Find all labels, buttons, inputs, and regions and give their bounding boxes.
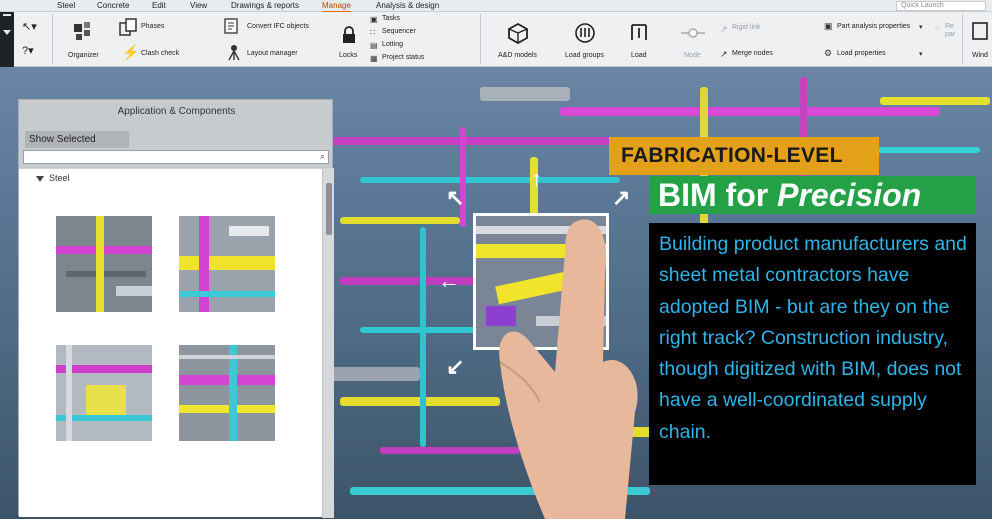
dropdown-arrow-icon[interactable]: ▾ (919, 50, 923, 58)
load-properties-icon: ⚙ (824, 48, 833, 58)
tasks-icon: ▣ (370, 15, 378, 24)
organizer-label[interactable]: Organizer (68, 52, 99, 59)
arrow-up-left-icon: ↖ (446, 185, 465, 210)
search-icon[interactable]: ⌕ (320, 151, 325, 162)
menu-line (3, 14, 11, 16)
scrollbar-thumb[interactable] (326, 183, 332, 235)
tasks-label[interactable]: Tasks (382, 15, 400, 22)
expand-triangle-icon[interactable] (36, 176, 44, 182)
lotting-label[interactable]: Lotting (382, 41, 403, 48)
rigid-link-icon: ↗ (720, 24, 728, 34)
sequencer-label[interactable]: Sequencer (382, 28, 416, 35)
lock-icon[interactable] (342, 26, 356, 44)
menu-edit[interactable]: Edit (152, 0, 166, 11)
menu-bar: Steel Concrete Edit View Drawings & repo… (0, 0, 992, 13)
headline-plain: BIM for (658, 177, 778, 213)
layout-manager-label[interactable]: Layout manager (247, 50, 298, 57)
component-thumbnail[interactable] (56, 216, 152, 312)
component-thumbnail[interactable] (56, 345, 152, 441)
load-label[interactable]: Load (631, 52, 647, 59)
show-selected-button[interactable]: Show Selected (25, 131, 129, 148)
phases-label[interactable]: Phases (141, 23, 164, 30)
convert-ifc-icon[interactable] (222, 17, 242, 35)
collapse-chevron-icon[interactable] (3, 30, 11, 35)
arrow-up-right-icon: ↗ (612, 185, 631, 210)
panel-title: Application & Components (117, 106, 236, 117)
convert-ifc-label[interactable]: Convert IFC objects (247, 23, 309, 30)
locks-label[interactable]: Locks (339, 52, 357, 59)
menu-steel[interactable]: Steel (57, 0, 75, 11)
quick-launch-input[interactable]: Quick Launch (896, 1, 986, 11)
organizer-icon[interactable] (72, 20, 94, 42)
re-par-label[interactable]: Re par (945, 23, 959, 39)
node-label[interactable]: Node (684, 52, 701, 59)
dropdown-arrow-icon[interactable]: ▾ (919, 23, 923, 31)
re-par-icon: ○ (935, 23, 941, 33)
select-arrow-icon[interactable]: ↖▾ (22, 20, 37, 33)
body-text-box: Building product manufacturers and sheet… (649, 223, 976, 485)
load-icon[interactable] (628, 22, 650, 44)
project-status-icon: ▦ (370, 54, 378, 63)
project-status-label[interactable]: Project status (382, 54, 424, 61)
component-thumbnail[interactable] (179, 345, 275, 441)
sequencer-icon: ∷ (370, 28, 376, 37)
ribbon-toolbar: ↖▾ ?▾ Organizer Phases ⚡ Clash check Con… (14, 12, 992, 67)
rigid-link-label[interactable]: Rigid link (732, 24, 760, 31)
ad-models-icon[interactable] (507, 22, 529, 45)
search-input[interactable]: ⌕ (23, 150, 329, 164)
menu-analysis-design[interactable]: Analysis & design (376, 0, 439, 11)
component-tree: Steel (19, 168, 334, 518)
headline-fabrication-level: FABRICATION-LEVEL (609, 137, 879, 175)
phases-icon[interactable] (118, 17, 140, 37)
panel-scrollbar[interactable] (322, 169, 334, 518)
merge-nodes-icon: ↗ (720, 49, 728, 59)
screenshot: Steel Concrete Edit View Drawings & repo… (0, 0, 992, 519)
headline-bim-for-precision: BIM for Precision (650, 176, 976, 214)
component-thumbnail[interactable] (179, 216, 275, 312)
load-groups-label[interactable]: Load groups (565, 52, 604, 59)
ad-models-label[interactable]: A&D models (498, 52, 537, 59)
clash-check-label[interactable]: Clash check (141, 50, 179, 57)
merge-nodes-label[interactable]: Merge nodes (732, 50, 773, 57)
node-icon[interactable] (680, 26, 706, 40)
arrow-up-icon: ↑ (531, 166, 542, 191)
headline-italic: Precision (777, 177, 922, 213)
hand-image (485, 212, 665, 519)
select-help-icon[interactable]: ?▾ (22, 44, 34, 57)
menu-view[interactable]: View (190, 0, 207, 11)
load-groups-icon[interactable] (574, 22, 596, 44)
part-analysis-icon: ▣ (824, 21, 833, 31)
layout-manager-icon[interactable] (226, 43, 242, 61)
tree-node-steel[interactable]: Steel (49, 173, 70, 183)
arrow-left-icon: ← (438, 268, 460, 293)
wind-label[interactable]: Wind (972, 52, 988, 59)
part-analysis-properties-label[interactable]: Part analysis properties (837, 23, 910, 30)
wind-icon[interactable] (972, 22, 988, 40)
menu-concrete[interactable]: Concrete (97, 0, 129, 11)
application-components-panel: Application & Components Show Selected ⌕… (18, 99, 334, 518)
clash-check-icon[interactable]: ⚡ (122, 44, 139, 61)
lotting-icon: ▤ (370, 41, 378, 50)
load-properties-label[interactable]: Load properties (837, 50, 886, 57)
menu-drawings-reports[interactable]: Drawings & reports (231, 0, 299, 11)
arrow-down-left-icon: ↙ (446, 354, 465, 379)
